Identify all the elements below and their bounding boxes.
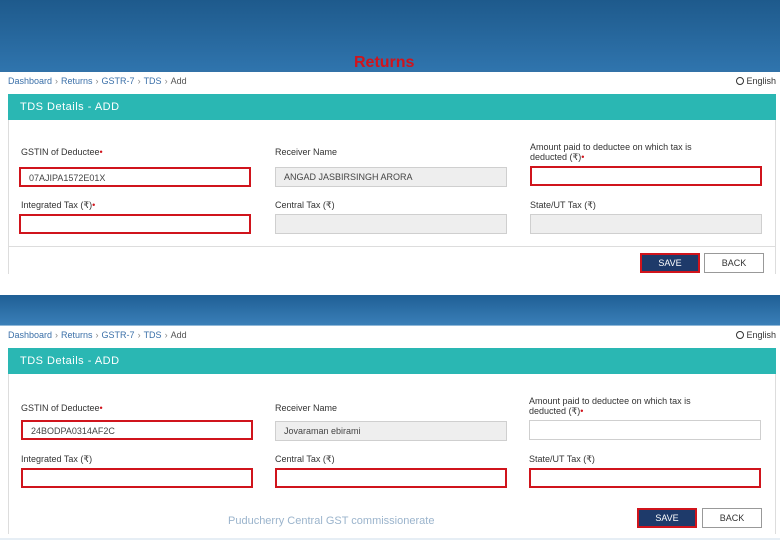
- section-title: TDS Details - ADD: [20, 101, 120, 113]
- breadcrumb-gstr7[interactable]: GSTR-7: [102, 76, 135, 86]
- breadcrumb-returns[interactable]: Returns: [61, 330, 93, 340]
- screen-top: Dashboard › Returns › GSTR-7 › TDS › Add English…: [0, 72, 780, 295]
- screen-bottom: Dashboard › Returns › GSTR-7 › TDS › Add English…: [0, 326, 780, 538]
- breadcrumb: Dashboard › Returns › GSTR-7 › TDS › Add: [8, 76, 187, 86]
- central-tax-input[interactable]: [275, 468, 507, 488]
- state-tax-input[interactable]: [529, 468, 761, 488]
- section-header: TDS Details - ADD: [8, 94, 776, 120]
- central-tax-input: [275, 214, 507, 234]
- slide-title: Returns: [354, 54, 415, 71]
- amount-input[interactable]: [530, 166, 762, 186]
- breadcrumb-dashboard[interactable]: Dashboard: [8, 330, 52, 340]
- receiver-name-field: ANGAD JASBIRSINGH ARORA: [275, 167, 507, 187]
- back-button[interactable]: BACK: [704, 253, 764, 273]
- breadcrumb-dashboard[interactable]: Dashboard: [8, 76, 52, 86]
- amount-label: Amount paid to deductee on which tax is d…: [529, 396, 691, 416]
- language-label: English: [746, 330, 776, 340]
- state-tax-label: State/UT Tax (₹): [530, 200, 596, 210]
- gstin-label: GSTIN of Deductee•: [21, 403, 103, 413]
- receiver-name-label: Receiver Name: [275, 147, 338, 157]
- gstin-label: GSTIN of Deductee•: [21, 147, 103, 157]
- state-tax-input: [530, 214, 762, 234]
- amount-input[interactable]: [529, 420, 761, 440]
- form-divider: [9, 246, 775, 247]
- central-tax-label: Central Tax (₹): [275, 454, 335, 464]
- globe-icon: [736, 331, 745, 339]
- integrated-tax-label: Integrated Tax (₹): [21, 454, 93, 464]
- save-button[interactable]: SAVE: [640, 253, 700, 273]
- state-tax-label: State/UT Tax (₹): [529, 454, 595, 464]
- breadcrumb-tds[interactable]: TDS: [144, 330, 162, 340]
- section-title: TDS Details - ADD: [20, 355, 120, 367]
- breadcrumb-tds[interactable]: TDS: [144, 76, 162, 86]
- breadcrumb-returns[interactable]: Returns: [61, 76, 93, 86]
- back-button[interactable]: BACK: [702, 508, 762, 528]
- central-tax-label: Central Tax (₹): [275, 200, 335, 210]
- gstin-input[interactable]: 07AJIPA1572E01X: [19, 167, 251, 187]
- gstin-input[interactable]: 24BODPA0314AF2C: [21, 420, 253, 440]
- breadcrumb-current: Add: [170, 76, 187, 86]
- breadcrumb-gstr7[interactable]: GSTR-7: [102, 330, 135, 340]
- receiver-name-field: Jovaraman ebirami: [275, 421, 507, 441]
- language-label: English: [746, 76, 776, 86]
- language-selector[interactable]: English: [736, 330, 776, 340]
- integrated-tax-input[interactable]: [21, 468, 253, 488]
- amount-label: Amount paid to deductee on which tax is d…: [530, 142, 692, 162]
- slide-footer: Puducherry Central GST commissionerate: [228, 515, 435, 527]
- slide-middle-band: [0, 295, 780, 325]
- language-selector[interactable]: English: [736, 76, 776, 86]
- integrated-tax-input[interactable]: [19, 214, 251, 234]
- tds-form: GSTIN of Deductee• 24BODPA0314AF2C Recei…: [8, 374, 776, 534]
- globe-icon: [736, 77, 745, 85]
- save-button[interactable]: SAVE: [637, 508, 697, 528]
- integrated-tax-label: Integrated Tax (₹)•: [21, 200, 96, 210]
- receiver-name-label: Receiver Name: [275, 403, 338, 413]
- section-header: TDS Details - ADD: [8, 348, 776, 374]
- breadcrumb-current: Add: [170, 330, 187, 340]
- breadcrumb: Dashboard › Returns › GSTR-7 › TDS › Add: [8, 330, 187, 340]
- tds-form: GSTIN of Deductee• 07AJIPA1572E01X Recei…: [8, 120, 776, 274]
